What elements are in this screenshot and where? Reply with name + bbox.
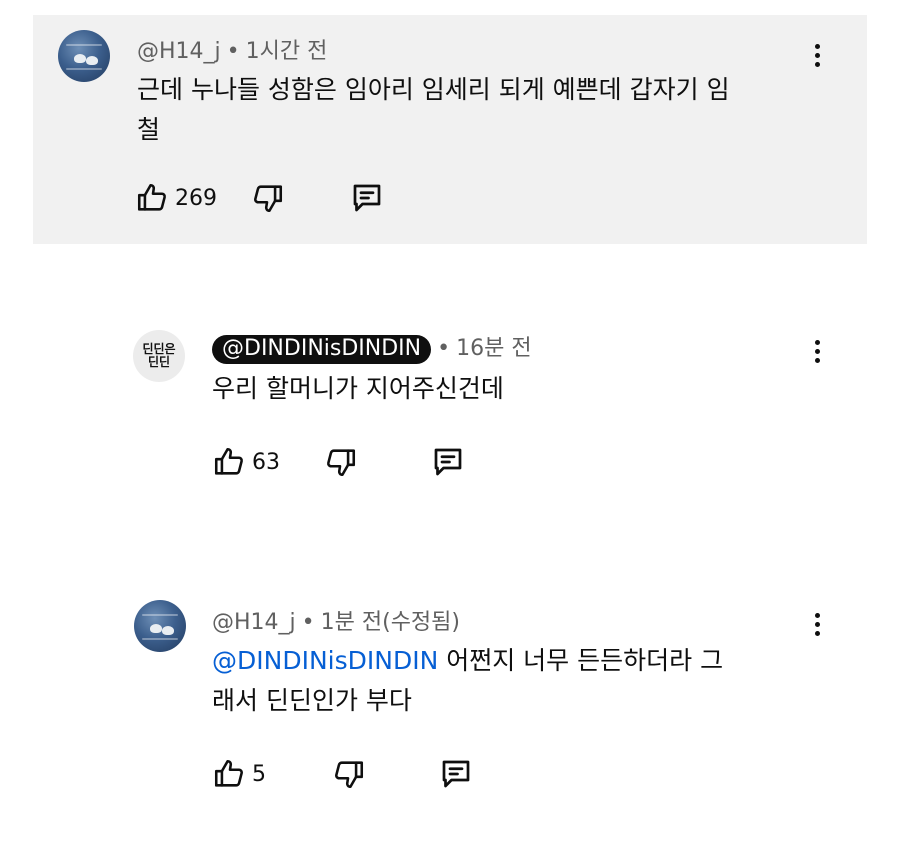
- thumbs-down-icon: [251, 181, 285, 215]
- comment-text: 근데 누나들 성함은 임아리 임세리 되게 예쁜데 갑자기 임 철: [137, 75, 730, 144]
- comment-author[interactable]: @H14_j: [212, 610, 296, 635]
- reply-icon: [430, 444, 466, 480]
- comment-actions: 269: [135, 178, 385, 218]
- reply-button[interactable]: [349, 180, 385, 216]
- mention-link[interactable]: @DINDINisDINDIN: [212, 646, 438, 675]
- like-count: 5: [252, 761, 266, 787]
- dislike-button[interactable]: [251, 181, 285, 215]
- thumbs-down-icon: [332, 757, 366, 791]
- comment-meta: @H14_j • 1분 전(수정됨): [212, 604, 460, 636]
- reply-button[interactable]: [438, 756, 474, 792]
- like-button[interactable]: 5: [212, 757, 266, 791]
- meta-separator: •: [226, 39, 240, 64]
- thumbs-down-icon: [324, 445, 358, 479]
- like-count: 269: [175, 185, 217, 211]
- avatar-logo-text: 딘딘: [147, 355, 171, 369]
- more-vertical-icon[interactable]: [812, 340, 822, 367]
- dislike-button[interactable]: [324, 445, 358, 479]
- user-avatar[interactable]: [58, 30, 110, 82]
- comment-actions: 63: [212, 442, 466, 482]
- comment-meta: @DINDINisDINDIN • 16분 전: [212, 330, 532, 364]
- creator-badge[interactable]: @DINDINisDINDIN: [212, 335, 432, 364]
- creator-avatar[interactable]: 딘딘은 딘딘: [133, 330, 185, 382]
- comment-time: 1시간 전: [245, 39, 328, 64]
- thumbs-up-icon: [212, 757, 246, 791]
- like-button[interactable]: 63: [212, 445, 280, 479]
- thumbs-up-icon: [135, 181, 169, 215]
- reply-icon: [349, 180, 385, 216]
- comment-meta: @H14_j • 1시간 전: [137, 33, 327, 65]
- meta-separator: •: [301, 610, 315, 635]
- comment-text: @DINDINisDINDIN 어쩐지 너무 든든하더라 그 래서 딘딘인가 부…: [212, 646, 724, 715]
- like-button[interactable]: 269: [135, 181, 217, 215]
- thumbs-up-icon: [212, 445, 246, 479]
- comment-text: 우리 할머니가 지어주신건데: [212, 374, 504, 403]
- user-avatar[interactable]: [134, 600, 186, 652]
- comment-actions: 5: [212, 754, 474, 794]
- comment-author[interactable]: @H14_j: [137, 39, 221, 64]
- dislike-button[interactable]: [332, 757, 366, 791]
- reply-button[interactable]: [430, 444, 466, 480]
- more-vertical-icon[interactable]: [812, 44, 822, 71]
- meta-separator: •: [437, 336, 451, 361]
- comment-time: 16분 전: [456, 336, 532, 361]
- like-count: 63: [252, 449, 280, 475]
- reply-icon: [438, 756, 474, 792]
- comment-time: 1분 전(수정됨): [320, 610, 460, 635]
- more-vertical-icon[interactable]: [812, 613, 822, 640]
